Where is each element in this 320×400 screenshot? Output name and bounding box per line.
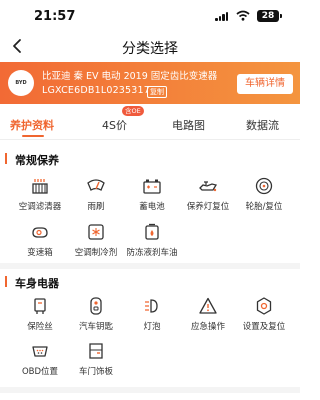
battery-status-icon: 28 xyxy=(257,10,282,22)
page-title: 分类选择 xyxy=(122,41,178,57)
refrigerant-icon xyxy=(88,224,104,240)
active-tab-indicator xyxy=(22,135,44,137)
battery-icon xyxy=(143,179,161,194)
tab-wiring-diagram[interactable]: 电路图 xyxy=(172,117,205,133)
category-tabs: 养护资料 4S价 电路图 数据流 xyxy=(0,104,300,140)
item-wiper[interactable]: 雨刷 xyxy=(66,176,126,212)
vehicle-banner: BYD 比亚迪 秦 EV 电动 2019 固定齿比变速器 LGXCE6DB1L0… xyxy=(0,62,300,104)
tab-maintenance-info[interactable]: 养护资料 xyxy=(10,117,54,133)
coolant-icon xyxy=(145,223,159,240)
oe-badge: 含OE xyxy=(122,106,144,116)
signal-icon xyxy=(215,12,229,21)
item-maintenance-lamp-reset[interactable]: 保养灯复位 xyxy=(178,176,238,212)
fuse-icon xyxy=(34,298,46,314)
headlight-icon xyxy=(145,299,158,313)
item-emergency-operation[interactable]: 应急操作 xyxy=(178,296,238,332)
item-door-panel[interactable]: 车门饰板 xyxy=(66,341,126,377)
wiper-icon xyxy=(87,179,105,191)
tire-icon xyxy=(255,177,273,195)
vehicle-name: 比亚迪 秦 EV 电动 2019 固定齿比变速器 xyxy=(42,71,218,82)
item-ac-filter[interactable]: 空调滤清器 xyxy=(10,176,70,212)
obd-icon xyxy=(32,346,48,357)
item-battery[interactable]: 蓄电池 xyxy=(122,176,182,212)
vehicle-vin: LGXCE6DB1L0235317 xyxy=(42,85,151,96)
warning-icon xyxy=(199,297,217,314)
oil-lamp-icon xyxy=(199,181,218,192)
brand-logo-text: BYD xyxy=(15,80,27,86)
section-divider xyxy=(0,263,300,269)
item-fuse[interactable]: 保险丝 xyxy=(10,296,70,332)
gearbox-icon xyxy=(32,227,48,238)
brand-logo: BYD xyxy=(8,70,34,96)
item-car-key[interactable]: 汽车钥匙 xyxy=(66,296,126,332)
section-title-body-electrical: 车身电器 xyxy=(5,275,59,291)
item-bulb[interactable]: 灯泡 xyxy=(122,296,182,332)
item-tire-reset[interactable]: 轮胎/复位 xyxy=(234,176,294,212)
ac-filter-icon xyxy=(32,179,48,194)
section-divider-2 xyxy=(0,387,300,393)
car-key-icon xyxy=(90,297,102,315)
nav-bar: 分类选择 xyxy=(0,32,300,62)
door-panel-icon xyxy=(89,343,103,359)
section-title-routine-maintenance: 常规保养 xyxy=(5,152,59,168)
item-coolant-brake-fluid[interactable]: 防冻液刹车油 xyxy=(122,222,182,258)
tab-4s-price[interactable]: 4S价 xyxy=(102,117,127,133)
tab-data-stream[interactable]: 数据流 xyxy=(246,117,279,133)
item-settings-reset[interactable]: 设置及复位 xyxy=(234,296,294,332)
item-gearbox[interactable]: 变速箱 xyxy=(10,222,70,258)
settings-icon xyxy=(256,297,272,315)
vehicle-detail-button[interactable]: 车辆详情 xyxy=(237,74,293,94)
item-ac-refrigerant[interactable]: 空调制冷剂 xyxy=(66,222,126,258)
copy-vin-button[interactable]: 复制 xyxy=(147,86,167,98)
item-obd-location[interactable]: OBD位置 xyxy=(10,341,70,377)
status-bar: 21:57 28 xyxy=(0,0,300,32)
wifi-icon xyxy=(236,10,250,21)
status-time: 21:57 xyxy=(34,9,76,24)
